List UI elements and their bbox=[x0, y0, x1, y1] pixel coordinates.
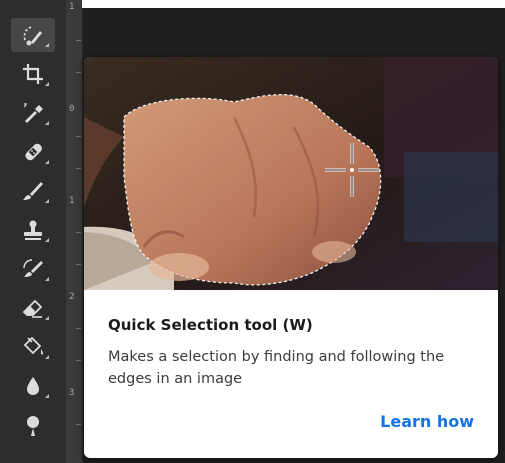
crop-icon bbox=[23, 64, 43, 84]
drop-icon bbox=[27, 377, 39, 395]
history-brush-tool-button[interactable] bbox=[11, 252, 55, 286]
eraser-icon bbox=[22, 299, 43, 318]
tool-group-indicator bbox=[45, 43, 49, 47]
paint-bucket-tool-button[interactable] bbox=[11, 330, 55, 364]
eyedropper-tool-button[interactable] bbox=[11, 96, 55, 130]
history-brush-icon bbox=[23, 259, 43, 277]
vertical-ruler: 1 0 1 2 3 bbox=[66, 0, 83, 463]
clone-stamp-tool-button[interactable] bbox=[11, 213, 55, 247]
dodge-tool-button[interactable] bbox=[11, 408, 55, 442]
photoshop-window: 1 0 1 2 3 Quick Selection tool (W) Makes… bbox=[0, 0, 505, 463]
blur-tool-button[interactable] bbox=[11, 369, 55, 403]
brush-tool-button[interactable] bbox=[11, 174, 55, 208]
ruler-label: 1 bbox=[69, 2, 75, 12]
learn-how-link[interactable]: Learn how bbox=[380, 412, 474, 431]
tools-panel bbox=[0, 0, 67, 463]
quick-selection-icon bbox=[23, 26, 42, 46]
brush-icon bbox=[23, 182, 43, 200]
paint-bucket-icon bbox=[23, 336, 43, 355]
tooltip-title: Quick Selection tool (W) bbox=[108, 316, 313, 334]
stamp-icon bbox=[24, 220, 42, 240]
rich-tooltip: Quick Selection tool (W) Makes a selecti… bbox=[84, 57, 498, 458]
ruler-label: 2 bbox=[69, 292, 75, 302]
tooltip-description: Makes a selection by finding and followi… bbox=[108, 349, 445, 387]
ruler-label: 0 bbox=[69, 104, 75, 114]
bandage-icon bbox=[25, 143, 42, 161]
ruler-label: 3 bbox=[69, 388, 75, 398]
ruler-label: 1 bbox=[69, 196, 75, 206]
tooltip-preview-image bbox=[84, 57, 498, 290]
eyedropper-icon bbox=[23, 103, 43, 123]
quick-selection-tool-button[interactable] bbox=[11, 18, 55, 52]
dodge-icon bbox=[27, 416, 39, 436]
horizontal-ruler-edge bbox=[82, 0, 505, 8]
eraser-tool-button[interactable] bbox=[11, 291, 55, 325]
healing-brush-tool-button[interactable] bbox=[11, 135, 55, 169]
crop-tool-button[interactable] bbox=[11, 57, 55, 91]
